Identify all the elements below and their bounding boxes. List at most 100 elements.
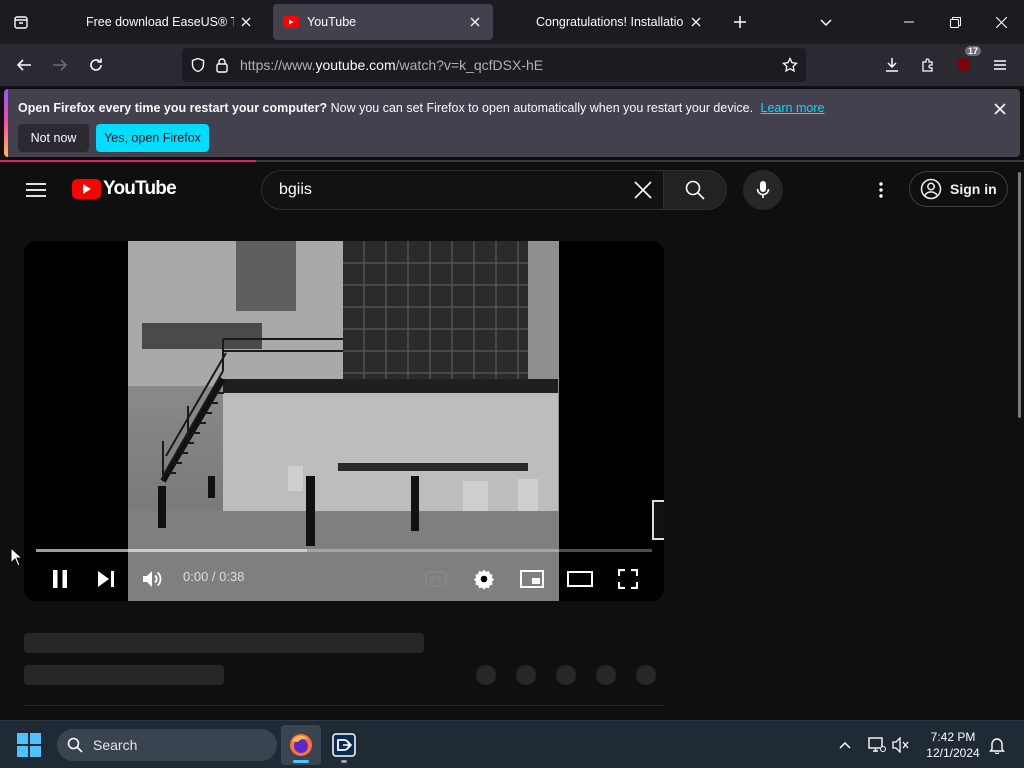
action-skeleton bbox=[516, 665, 536, 685]
extension-badge: 17 bbox=[964, 46, 981, 56]
fullscreen-icon bbox=[618, 569, 638, 589]
ublock-shield-icon bbox=[958, 58, 970, 72]
list-all-tabs-button[interactable] bbox=[812, 8, 840, 36]
close-window-button[interactable] bbox=[978, 0, 1024, 44]
youtube-logo[interactable]: YouTube bbox=[72, 178, 177, 200]
subtitles-button[interactable] bbox=[418, 561, 454, 597]
taskbar-firefox[interactable] bbox=[281, 725, 321, 765]
extensions-button[interactable] bbox=[912, 49, 944, 81]
address-bar[interactable]: https://www.youtube.com/watch?v=k_qcfDSX… bbox=[182, 48, 806, 82]
action-skeleton bbox=[596, 665, 616, 685]
mute-button[interactable] bbox=[135, 561, 171, 597]
minimize-icon bbox=[904, 21, 914, 23]
url-text: https://www.youtube.com/watch?v=k_qcfDSX… bbox=[240, 57, 544, 73]
taskbar-clock[interactable]: 7:42 PM 12/1/2024 bbox=[916, 729, 990, 761]
plus-icon bbox=[734, 16, 746, 28]
video-frame-image bbox=[128, 241, 559, 601]
start-button[interactable] bbox=[17, 733, 41, 757]
video-frame[interactable] bbox=[128, 241, 559, 601]
reload-button[interactable] bbox=[80, 49, 112, 81]
taskbar-search-label: Search bbox=[93, 737, 138, 753]
theater-mode-icon bbox=[567, 571, 593, 587]
page-scrollbar[interactable] bbox=[1018, 172, 1021, 418]
ublock-extension-button[interactable]: 17 bbox=[948, 46, 981, 81]
title-skeleton bbox=[24, 633, 424, 653]
running-app-indicator bbox=[341, 760, 347, 763]
minimize-button[interactable] bbox=[886, 0, 932, 44]
windows-logo-icon bbox=[17, 733, 41, 757]
theater-mode-button[interactable] bbox=[562, 561, 598, 597]
tab-close-icon[interactable] bbox=[238, 14, 254, 30]
active-app-indicator bbox=[293, 760, 309, 763]
notification-accent-stripe bbox=[4, 89, 8, 157]
tab-close-icon[interactable] bbox=[688, 14, 704, 30]
progress-buffered bbox=[36, 549, 308, 552]
chevron-up-icon bbox=[839, 741, 851, 749]
settings-button[interactable] bbox=[466, 561, 502, 597]
generic-page-icon bbox=[62, 14, 78, 30]
fullscreen-button[interactable] bbox=[610, 561, 646, 597]
gear-icon bbox=[473, 569, 495, 590]
pause-icon bbox=[53, 570, 67, 588]
hamburger-menu-icon bbox=[26, 183, 46, 197]
video-player[interactable]: 0:00 / 0:38 bbox=[24, 241, 664, 601]
close-icon bbox=[634, 181, 652, 199]
app-menu-button[interactable] bbox=[984, 49, 1016, 81]
lock-icon[interactable] bbox=[210, 53, 234, 77]
guide-menu-button[interactable] bbox=[20, 174, 52, 206]
account-circle-icon bbox=[920, 178, 942, 200]
forward-button[interactable] bbox=[44, 49, 76, 81]
restore-icon bbox=[949, 16, 961, 28]
network-button[interactable] bbox=[866, 733, 888, 757]
search-input[interactable]: bgiis bbox=[261, 170, 663, 210]
end-card-thumbnail[interactable] bbox=[652, 500, 664, 540]
close-icon bbox=[994, 103, 1006, 115]
yes-open-firefox-button[interactable]: Yes, open Firefox bbox=[96, 124, 209, 152]
time-display: 0:00 / 0:38 bbox=[183, 569, 245, 584]
progress-bar[interactable] bbox=[36, 549, 652, 552]
shield-icon[interactable] bbox=[186, 53, 210, 77]
new-tab-button[interactable] bbox=[726, 8, 754, 36]
notification-close-button[interactable] bbox=[990, 99, 1010, 119]
sign-in-button[interactable]: Sign in bbox=[909, 171, 1008, 207]
downloads-button[interactable] bbox=[876, 49, 908, 81]
miniplayer-button[interactable] bbox=[514, 561, 550, 597]
app-icon bbox=[332, 733, 356, 757]
notification-bold-text: Open Firefox every time you restart your… bbox=[18, 101, 328, 115]
windows-taskbar: Search 7:42 PM 12/1/2024 bbox=[0, 720, 1024, 768]
tab-congratulations[interactable]: Congratulations! Installation of bbox=[502, 4, 714, 40]
chevron-down-icon bbox=[820, 19, 832, 27]
voice-search-button[interactable] bbox=[743, 170, 783, 210]
action-skeleton bbox=[636, 665, 656, 685]
channel-skeleton bbox=[24, 665, 224, 685]
learn-more-link[interactable]: Learn more bbox=[761, 101, 825, 115]
volume-button[interactable] bbox=[890, 733, 912, 757]
show-hidden-icons-button[interactable] bbox=[834, 733, 856, 757]
search-icon bbox=[685, 180, 705, 200]
firefox-icon bbox=[290, 734, 312, 756]
taskbar-app[interactable] bbox=[324, 725, 364, 765]
tab-overview-button[interactable] bbox=[0, 0, 42, 44]
pause-button[interactable] bbox=[42, 561, 78, 597]
tab-bar: Free download EaseUS® Todo YouTube Congr… bbox=[0, 0, 1024, 44]
search-button[interactable] bbox=[663, 170, 727, 210]
youtube-logo-text: YouTube bbox=[103, 178, 177, 199]
clear-search-button[interactable] bbox=[623, 171, 663, 209]
notification-text: Now you can set Firefox to open automati… bbox=[330, 101, 754, 115]
youtube-favicon-icon bbox=[283, 14, 299, 30]
vertical-dots-icon bbox=[879, 182, 883, 198]
taskbar-search[interactable]: Search bbox=[57, 729, 277, 761]
not-now-button[interactable]: Not now bbox=[18, 124, 89, 152]
back-button[interactable] bbox=[8, 49, 40, 81]
bookmark-star-icon[interactable] bbox=[778, 53, 802, 77]
restore-button[interactable] bbox=[932, 0, 978, 44]
next-button[interactable] bbox=[88, 561, 124, 597]
tab-easeus[interactable]: Free download EaseUS® Todo bbox=[52, 4, 264, 40]
clock-time: 7:42 PM bbox=[930, 730, 976, 744]
tab-youtube[interactable]: YouTube bbox=[273, 4, 493, 40]
hamburger-menu-icon bbox=[994, 60, 1006, 70]
notifications-button[interactable] bbox=[986, 733, 1008, 757]
settings-more-button[interactable] bbox=[866, 174, 896, 206]
tab-close-icon[interactable] bbox=[467, 14, 483, 30]
search-query[interactable]: bgiis bbox=[279, 181, 623, 199]
